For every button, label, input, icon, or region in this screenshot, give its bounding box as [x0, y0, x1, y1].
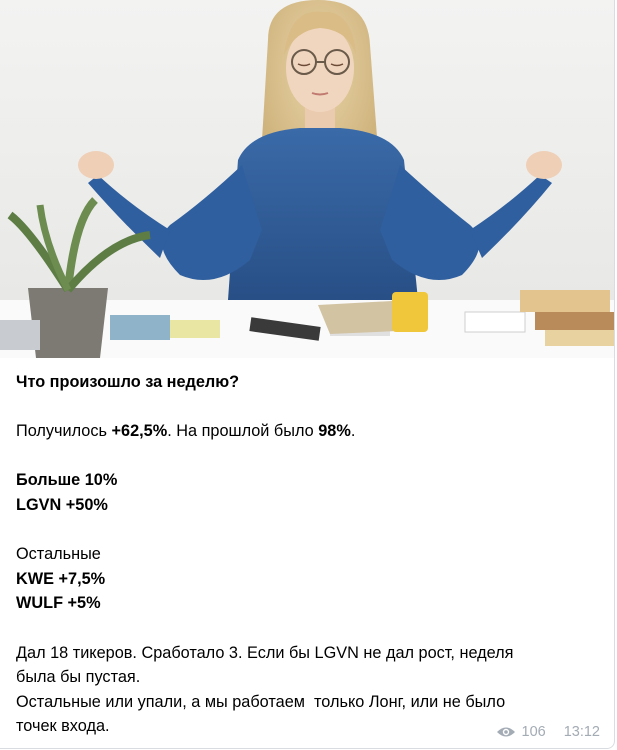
post-text: Что произошло за неделю? Получилось +62,… — [16, 358, 602, 739]
summary-line: Остальные или упали, а мы работаем тольк… — [16, 692, 506, 711]
post-title: Что произошло за неделю? — [16, 373, 240, 391]
result-value: +62,5% — [111, 422, 168, 441]
summary-line: Дал 18 тикеров. Сработало 3. Если бы LGV… — [16, 643, 514, 662]
channel-post: Что произошло за неделю? Получилось +62,… — [0, 0, 615, 749]
result-suffix: . — [350, 422, 356, 441]
section2-title: Остальные — [16, 545, 101, 564]
result-mid: . На прошлой было — [167, 422, 319, 441]
views-count: 106 — [521, 724, 546, 740]
section2-item: KWE +7,5% — [16, 569, 106, 588]
section1-title: Больше 10% — [16, 471, 118, 490]
eye-icon — [496, 727, 515, 737]
post-time: 13:12 — [563, 724, 600, 740]
prev-value: 98% — [318, 422, 351, 441]
post-meta: 106 13:12 — [496, 724, 600, 740]
result-line: Получилось +62,5%. На прошлой было 98%. — [16, 419, 602, 444]
summary-line: была бы пустая. — [16, 668, 141, 687]
result-prefix: Получилось — [16, 422, 112, 441]
section2-item: WULF +5% — [16, 594, 101, 613]
section1-item: LGVN +50% — [16, 495, 108, 514]
post-photo[interactable] — [0, 0, 614, 358]
